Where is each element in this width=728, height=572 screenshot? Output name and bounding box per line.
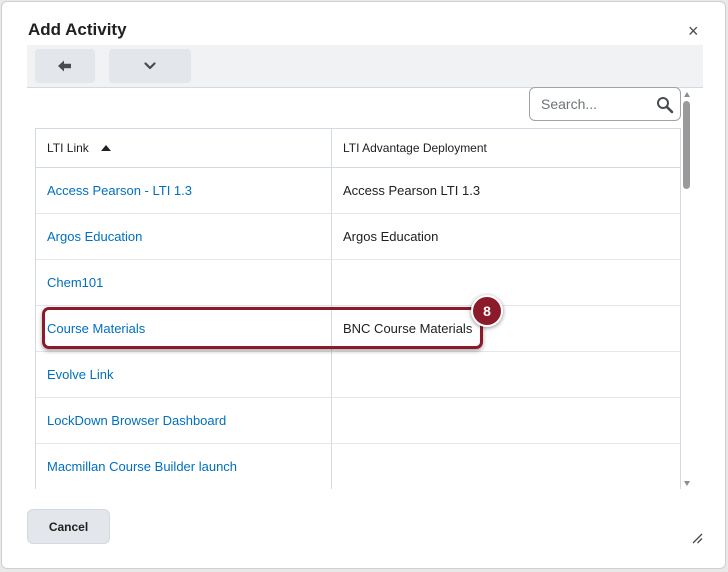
lti-link[interactable]: Macmillan Course Builder launch — [47, 459, 237, 474]
deployment-cell — [331, 259, 680, 306]
dialog-title: Add Activity — [28, 20, 127, 39]
resize-grip-icon[interactable] — [691, 532, 703, 544]
toolbar — [27, 45, 703, 88]
chevron-down-icon — [144, 62, 156, 70]
lti-link[interactable]: LockDown Browser Dashboard — [47, 413, 226, 428]
table-row: LockDown Browser Dashboard — [36, 397, 680, 444]
search-icon[interactable] — [656, 96, 674, 114]
lti-link[interactable]: Evolve Link — [47, 367, 113, 382]
column-header-label: LTI Link — [47, 141, 89, 155]
table-row: Evolve Link — [36, 351, 680, 398]
back-arrow-icon — [58, 60, 71, 72]
table-header-row: LTI Link LTI Advantage Deployment — [36, 129, 680, 168]
lti-link[interactable]: Course Materials — [47, 321, 145, 336]
scroll-down-icon[interactable] — [684, 481, 690, 486]
cancel-button[interactable]: Cancel — [27, 509, 110, 544]
table-row: Course Materials BNC Course Materials — [36, 305, 680, 352]
table-row: Access Pearson - LTI 1.3 Access Pearson … — [36, 167, 680, 214]
column-header-deployment[interactable]: LTI Advantage Deployment — [331, 129, 680, 168]
lti-link[interactable]: Chem101 — [47, 275, 103, 290]
search-box — [529, 87, 681, 121]
deployment-cell: Access Pearson LTI 1.3 — [331, 167, 680, 214]
step-callout-badge: 8 — [471, 295, 503, 327]
deployment-cell: BNC Course Materials — [331, 305, 680, 352]
back-button[interactable] — [35, 49, 95, 83]
deployment-cell — [331, 351, 680, 398]
dropdown-button[interactable] — [109, 49, 191, 83]
deployment-cell — [331, 397, 680, 444]
lti-link[interactable]: Access Pearson - LTI 1.3 — [47, 183, 192, 198]
table-row: Chem101 — [36, 259, 680, 306]
scroll-up-icon[interactable] — [684, 92, 690, 97]
close-icon[interactable]: × — [688, 21, 699, 42]
deployment-cell: Argos Education — [331, 213, 680, 260]
lti-table-container: LTI Link LTI Advantage Deployment Access… — [35, 128, 681, 489]
lti-table: LTI Link LTI Advantage Deployment Access… — [36, 129, 680, 489]
deployment-cell — [331, 443, 680, 489]
column-header-lti-link[interactable]: LTI Link — [36, 129, 332, 168]
scrollbar[interactable] — [682, 92, 692, 488]
search-input[interactable] — [541, 94, 646, 114]
table-row: Macmillan Course Builder launch — [36, 443, 680, 489]
lti-link[interactable]: Argos Education — [47, 229, 142, 244]
table-row: Argos Education Argos Education — [36, 213, 680, 260]
sort-ascending-icon[interactable] — [100, 145, 111, 151]
scrollbar-thumb[interactable] — [683, 101, 690, 189]
